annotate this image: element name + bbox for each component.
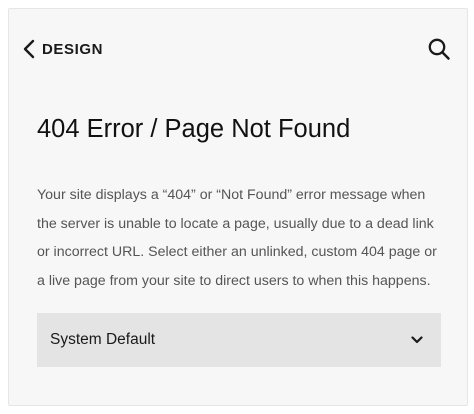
select-value: System Default — [50, 331, 156, 348]
back-button[interactable]: DESIGN — [23, 36, 103, 62]
chevron-down-icon — [411, 336, 423, 344]
page-title: 404 Error / Page Not Found — [37, 115, 351, 143]
search-icon — [427, 37, 451, 61]
panel-header: DESIGN — [9, 9, 467, 89]
back-button-label: DESIGN — [42, 40, 104, 58]
search-button[interactable] — [427, 37, 451, 61]
page-description: Your site displays a “404” or “Not Found… — [37, 187, 437, 289]
settings-panel: DESIGN 404 Error / Page Not Found Your s… — [8, 8, 468, 406]
chevron-left-icon — [23, 39, 35, 59]
page-select-dropdown[interactable]: System Default — [37, 313, 441, 367]
